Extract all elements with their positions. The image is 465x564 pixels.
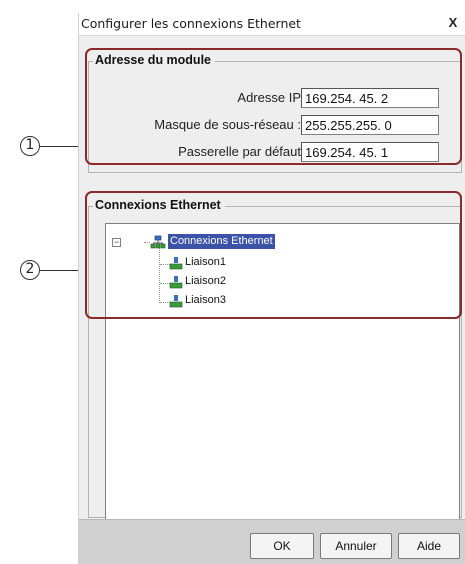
connections-tree[interactable]: − Connexions Ethernet Liaison1 Liaison2 … (105, 223, 460, 531)
network-icon (150, 235, 166, 249)
connection-icon (169, 295, 183, 308)
dialog-title: Configurer les connexions Ethernet (81, 16, 301, 31)
default-gateway-field[interactable] (301, 142, 439, 162)
tree-item-liaison1[interactable]: Liaison1 (183, 255, 228, 270)
ethernet-connections-legend: Connexions Ethernet (93, 198, 225, 212)
connection-icon (169, 276, 183, 289)
connection-icon (169, 257, 183, 270)
callout-2: 2 (20, 260, 40, 280)
tree-item-liaison3[interactable]: Liaison3 (183, 293, 228, 308)
tree-connector-vertical (159, 248, 160, 303)
ip-address-label: Adresse IP (237, 90, 301, 105)
ethernet-config-dialog: Configurer les connexions Ethernet X Adr… (78, 13, 465, 564)
ok-button[interactable]: OK (250, 533, 314, 559)
subnet-mask-field[interactable] (301, 115, 439, 135)
cancel-button[interactable]: Annuler (320, 533, 392, 559)
ip-address-field[interactable] (301, 88, 439, 108)
tree-root-item[interactable]: Connexions Ethernet (168, 234, 275, 249)
subnet-mask-label: Masque de sous-réseau : (154, 117, 301, 132)
help-button[interactable]: Aide (398, 533, 460, 559)
callout-1: 1 (20, 136, 40, 156)
close-button[interactable]: X (444, 14, 462, 32)
button-bar: OK Annuler Aide (79, 519, 465, 564)
title-bar: Configurer les connexions Ethernet X (79, 13, 465, 36)
module-address-legend: Adresse du module (93, 53, 215, 67)
collapse-toggle[interactable]: − (112, 238, 121, 247)
default-gateway-label: Passerelle par défaut (178, 144, 301, 159)
tree-item-liaison2[interactable]: Liaison2 (183, 274, 228, 289)
